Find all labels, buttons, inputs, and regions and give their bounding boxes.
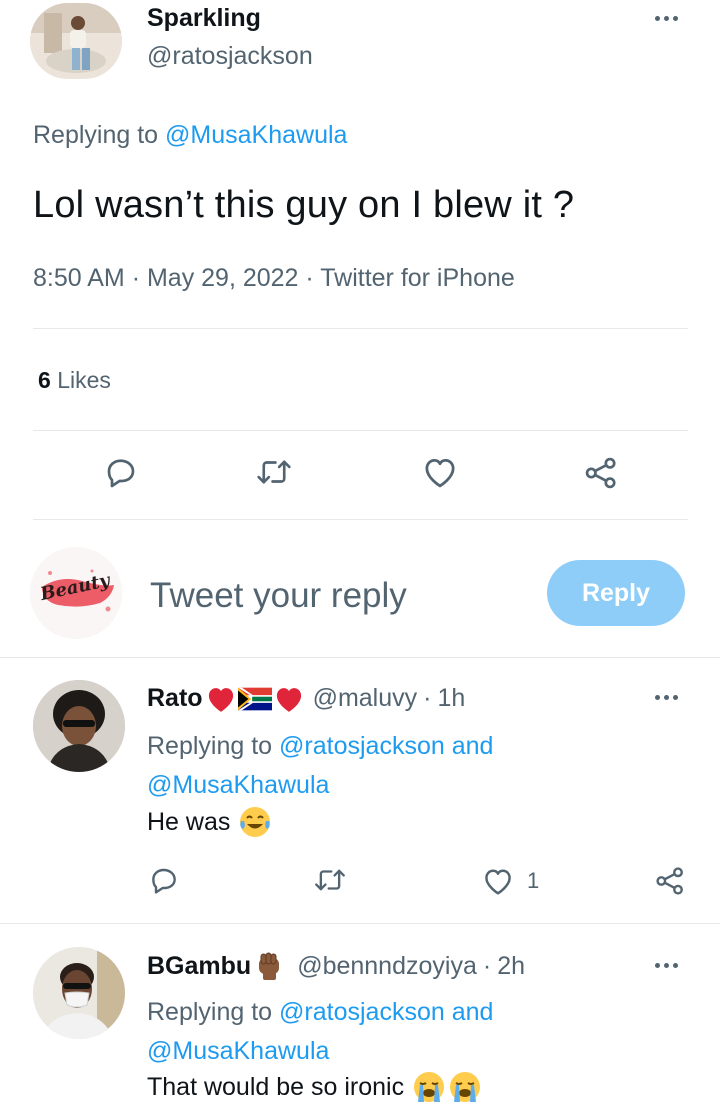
replying-to-prefix: Replying to (147, 732, 273, 760)
reply-time[interactable]: 2h (497, 952, 525, 981)
reply-text: He was (147, 807, 231, 836)
reply-text-line: That would be so ironic (147, 1070, 482, 1104)
author-avatar[interactable] (30, 3, 122, 79)
divider (33, 328, 688, 329)
composer-avatar[interactable]: Beauty (30, 547, 122, 639)
red-heart-icon (276, 687, 301, 712)
meta-separator: · (305, 264, 314, 292)
reply-handle[interactable]: @bennndzoyiya (297, 952, 477, 981)
retweet-icon[interactable] (255, 454, 293, 490)
tweet-text: Lol wasn’t this guy on I blew it ? (33, 184, 575, 226)
south-africa-flag-icon (237, 687, 272, 710)
replying-to-mention[interactable]: @ratosjackson (279, 998, 445, 1026)
raised-fist-icon (259, 952, 280, 980)
reply-icon[interactable] (148, 864, 180, 896)
reply-button[interactable]: Reply (547, 560, 685, 626)
reply-header: BGambu @bennndzoyiya · 2h (147, 950, 525, 982)
red-heart-icon (208, 687, 233, 712)
meta-separator: · (131, 264, 141, 292)
replying-to-mention[interactable]: @MusaKhawula (147, 771, 329, 799)
avatar-photo (33, 947, 125, 1039)
more-options-icon[interactable] (655, 695, 678, 700)
replying-to-mention[interactable]: @MusaKhawula (147, 1037, 329, 1065)
share-icon[interactable] (654, 865, 686, 897)
replying-to-line: Replying to @MusaKhawula (33, 121, 347, 150)
reply-display-name[interactable]: Rato (147, 684, 203, 713)
replying-to-prefix: Replying to (33, 121, 159, 149)
share-icon[interactable] (583, 455, 619, 491)
reply-replying-to: Replying to @ratosjackson and @MusaKhawu… (147, 993, 567, 1071)
meta-separator: · (423, 684, 432, 712)
replying-to-prefix: Replying to (147, 998, 273, 1026)
reply-avatar[interactable] (33, 947, 125, 1039)
reply-button-label: Reply (581, 578, 651, 607)
likes-count: 6 (38, 367, 51, 393)
reply-text: That would be so ironic (147, 1072, 405, 1101)
divider (33, 519, 688, 520)
likes-label: Likes (57, 367, 111, 393)
tweet-date[interactable]: May 29, 2022 (147, 264, 299, 292)
reply-replying-to: Replying to @ratosjackson and @MusaKhawu… (147, 727, 567, 805)
tweet-time: 8:50 AM (33, 264, 125, 292)
replying-to-and[interactable]: and (452, 998, 494, 1026)
like-icon[interactable] (481, 866, 515, 896)
reply-time[interactable]: 1h (437, 684, 465, 713)
reply-input[interactable]: Tweet your reply (150, 576, 407, 616)
like-icon[interactable] (421, 455, 459, 489)
replying-to-and[interactable]: and (452, 732, 494, 760)
reply-icon[interactable] (103, 454, 139, 490)
like-action[interactable]: 1 (481, 866, 539, 896)
author-handle[interactable]: @ratosjackson (147, 42, 313, 71)
tears-of-joy-emoji-icon (240, 807, 271, 837)
reply-text-line: He was (147, 805, 272, 839)
tweet-meta: 8:50 AM · May 29, 2022 · Twitter for iPh… (33, 264, 515, 293)
likes-stat[interactable]: 6 Likes (38, 367, 111, 394)
like-count: 1 (527, 868, 540, 893)
loudly-crying-emoji-icon (450, 1072, 481, 1102)
reply-display-name[interactable]: BGambu (147, 952, 251, 981)
divider (33, 430, 688, 431)
meta-separator: · (482, 951, 492, 980)
reply-handle[interactable]: @maluvy (313, 684, 418, 713)
loudly-crying-emoji-icon (414, 1072, 445, 1102)
divider (0, 657, 720, 658)
author-display-name[interactable]: Sparkling (147, 4, 261, 33)
more-options-icon[interactable] (655, 16, 678, 21)
more-options-icon[interactable] (655, 963, 678, 968)
reply-header: Rato @maluvy · 1h (147, 684, 465, 713)
tweet-source[interactable]: Twitter for iPhone (320, 264, 515, 292)
reply-avatar[interactable] (33, 680, 125, 772)
retweet-icon[interactable] (313, 864, 347, 896)
avatar-photo (33, 680, 125, 772)
replying-to-mention[interactable]: @ratosjackson (279, 732, 445, 760)
replying-to-mention[interactable]: @MusaKhawula (165, 121, 347, 149)
divider (0, 923, 720, 924)
avatar-photo (30, 3, 122, 79)
